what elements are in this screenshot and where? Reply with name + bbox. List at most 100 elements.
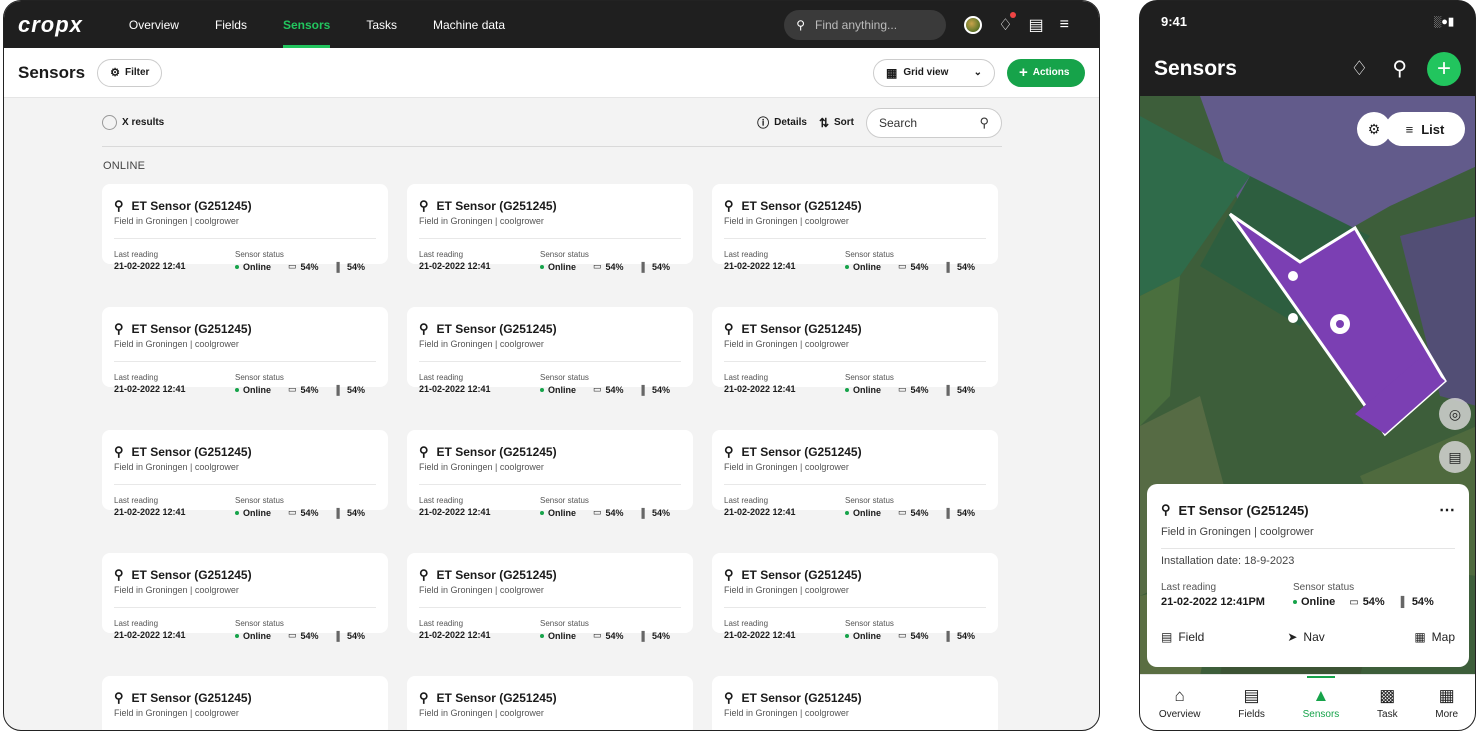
more-options-icon[interactable]: ⋯ (1439, 500, 1455, 520)
sensor-card[interactable]: ⚲ ET Sensor (G251245) Field in Groningen |… (712, 307, 998, 395)
sort-icon: ⇅ (818, 115, 829, 130)
select-all-radio[interactable] (102, 115, 117, 130)
card-subtitle: Field in Groningen | coolgrower (114, 216, 239, 226)
status-value: Online (853, 384, 882, 395)
nav-tasks[interactable]: Tasks (366, 1, 397, 48)
signal-value: 54% (651, 261, 670, 272)
view-label: Grid view (903, 67, 949, 78)
user-avatar[interactable] (964, 15, 983, 34)
actions-button[interactable]: + Actions (1007, 58, 1085, 87)
menu-icon[interactable]: ≡ (1060, 16, 1069, 34)
nav-machine-data[interactable]: Machine data (433, 1, 505, 48)
card-title: ET Sensor (G251245) (436, 322, 557, 336)
nav-overview[interactable]: Overview (129, 1, 179, 48)
last-reading-label: Last reading (1161, 582, 1217, 593)
list-toggle-button[interactable]: ≡ List (1385, 112, 1465, 146)
card-title-row: ⚲ ET Sensor (G251245) (419, 198, 681, 214)
online-dot (235, 510, 239, 515)
tab-task[interactable]: ▩ Task (1377, 686, 1398, 720)
nav-action-button[interactable]: ➤ Nav (1287, 630, 1324, 644)
sensor-status-label: Sensor status (235, 250, 284, 259)
sensor-card[interactable]: ⚲ ET Sensor (G251245) Field in Groningen |… (407, 676, 693, 730)
sensor-search-input[interactable]: Search ⚲ (866, 107, 1002, 138)
tab-more[interactable]: ▦ More (1435, 686, 1458, 720)
card-subtitle: Field in Groningen | coolgrower (724, 462, 849, 472)
signal-icon: ▌ (946, 630, 953, 641)
sensor-card[interactable]: ⚲ ET Sensor (G251245) Field in Groningen |… (102, 676, 388, 730)
card-title-row: ⚲ ET Sensor (G251245) (724, 690, 986, 706)
card-divider (724, 238, 986, 239)
last-reading-value: 21-02-2022 12:41 (114, 630, 186, 640)
cropx-logo[interactable]: cropx (18, 12, 83, 38)
status-value: Online (243, 384, 272, 395)
tab-fields[interactable]: ▤ Fields (1238, 686, 1265, 720)
signal-icon: ▌ (336, 384, 343, 395)
tab-overview[interactable]: ⌂ Overview (1159, 686, 1201, 720)
sensor-card[interactable]: ⚲ ET Sensor (G251245) Field in Groningen |… (712, 430, 998, 518)
sheet-title-row: ⚲ ET Sensor (G251245) ⋯ (1161, 500, 1455, 520)
card-title: ET Sensor (G251245) (436, 568, 557, 582)
card-title: ET Sensor (G251245) (436, 199, 557, 213)
status-value: Online (548, 507, 577, 518)
field-action-button[interactable]: ▤ Field (1161, 630, 1204, 644)
online-dot (540, 510, 544, 515)
battery-value: 54% (1362, 596, 1385, 608)
tab-sensors[interactable]: ▲ Sensors (1303, 675, 1339, 720)
sensor-card[interactable]: ⚲ ET Sensor (G251245) Field in Groningen |… (102, 430, 388, 518)
sensor-status-label: Sensor status (235, 619, 284, 628)
sensor-card[interactable]: ⚲ ET Sensor (G251245) Field in Groningen |… (407, 184, 693, 272)
last-reading-label: Last reading (419, 619, 464, 628)
sensor-card[interactable]: ⚲ ET Sensor (G251245) Field in Groningen |… (712, 184, 998, 272)
sensor-card[interactable]: ⚲ ET Sensor (G251245) Field in Groningen |… (102, 307, 388, 395)
nav-fields[interactable]: Fields (215, 1, 247, 48)
sensor-card[interactable]: ⚲ ET Sensor (G251245) Field in Groningen |… (102, 184, 388, 272)
card-title: ET Sensor (G251245) (436, 691, 557, 705)
sensor-card[interactable]: ⚲ ET Sensor (G251245) Field in Groningen |… (712, 553, 998, 641)
map-action-button[interactable]: ▦ Map (1414, 630, 1455, 644)
filter-button[interactable]: ⚙ Filter (97, 58, 163, 87)
locate-button[interactable]: ◎ (1439, 398, 1471, 430)
sensors-content: X results ⓘ Details ⇅ Sort Search ⚲ ONLI… (102, 99, 1002, 730)
view-select[interactable]: ▦ Grid view ⌄ (873, 58, 995, 87)
status-values: Online ▭ 54% ▌ 54% (540, 630, 670, 641)
calendar-icon[interactable]: ▤ (1029, 15, 1044, 35)
card-title-row: ⚲ ET Sensor (G251245) (114, 690, 376, 706)
card-title: ET Sensor (G251245) (436, 445, 557, 459)
search-icon[interactable]: ⚲ (1392, 56, 1407, 81)
card-title-row: ⚲ ET Sensor (G251245) (419, 444, 681, 460)
notifications-bell-icon[interactable]: ♢ (998, 11, 1016, 35)
sensor-card[interactable]: ⚲ ET Sensor (G251245) Field in Groningen |… (712, 676, 998, 730)
global-search-input[interactable]: ⚲ Find anything... (784, 9, 947, 40)
bell-icon[interactable]: ♢ (1350, 56, 1368, 81)
last-reading-block: Last reading 21-02-2022 12:41 (724, 373, 845, 395)
card-title: ET Sensor (G251245) (741, 568, 862, 582)
fields-layer-button[interactable]: ▤ (1439, 441, 1471, 473)
sensor-card[interactable]: ⚲ ET Sensor (G251245) Field in Groningen |… (102, 553, 388, 641)
signal-value: 54% (1411, 596, 1434, 608)
sensor-card[interactable]: ⚲ ET Sensor (G251245) Field in Groningen |… (407, 307, 693, 395)
status-bar: 9:41 ░●▮ (1140, 1, 1475, 41)
sort-button[interactable]: ⇅ Sort (819, 116, 854, 130)
info-icon: ⓘ (757, 116, 770, 130)
last-reading-value: 21-02-2022 12:41 (114, 507, 186, 517)
card-subtitle: Field in Groningen | coolgrower (419, 339, 544, 349)
sensor-icon: ⚲ (419, 567, 429, 582)
status-value: Online (243, 507, 272, 518)
results-toolbar: X results ⓘ Details ⇅ Sort Search ⚲ (102, 99, 1002, 147)
search-icon: ⚲ (979, 114, 989, 130)
sensor-card[interactable]: ⚲ ET Sensor (G251245) Field in Groningen |… (407, 553, 693, 641)
online-dot (845, 633, 849, 638)
last-reading-block: Last reading 21-02-2022 12:41 (419, 619, 540, 641)
top-navigation: cropx Overview Fields Sensors Tasks Mach… (4, 1, 1099, 48)
card-divider (114, 361, 376, 362)
battery-icon: ▭ (288, 630, 297, 640)
signal-icon: ▌ (641, 507, 648, 518)
card-title-row: ⚲ ET Sensor (G251245) (419, 567, 681, 583)
card-readings: Last reading 21-02-2022 12:41 Sensor statu… (114, 373, 376, 395)
nav-sensors[interactable]: Sensors (282, 1, 331, 48)
add-button[interactable]: + (1427, 51, 1461, 86)
status-value: Online (1301, 596, 1336, 608)
sensor-card[interactable]: ⚲ ET Sensor (G251245) Field in Groningen |… (407, 430, 693, 518)
last-reading-block: Last reading 21-02-2022 12:41PM (1161, 582, 1293, 608)
details-button[interactable]: ⓘ Details (757, 114, 807, 131)
